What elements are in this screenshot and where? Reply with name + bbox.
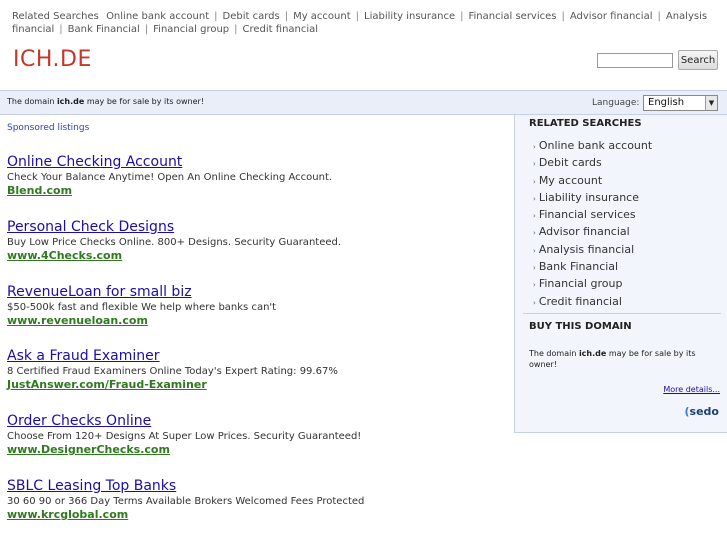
related-search-item[interactable]: › Liability insurance [533, 190, 652, 207]
link-separator: | [234, 24, 238, 35]
notice-suffix: may be for sale by its owner! [84, 97, 205, 106]
related-search-label: Financial services [538, 208, 636, 222]
listing-url[interactable]: www.DesignerChecks.com [7, 443, 361, 457]
related-searches-label: Related Searches [12, 11, 99, 22]
arrow-bullet-icon: › [533, 281, 536, 290]
domain-notice-bar: The domain ich.de may be for sale by its… [0, 90, 727, 115]
top-links-list: Online bank account | Debit cards | My accou… [12, 11, 707, 35]
related-search-label: My account [538, 173, 603, 187]
related-search-label: Liability insurance [538, 190, 639, 204]
related-search-label: Online bank account [538, 139, 653, 152]
arrow-bullet-icon: › [533, 229, 536, 238]
top-related-link[interactable]: Financial services [468, 11, 556, 22]
arrow-bullet-icon: › [533, 143, 536, 151]
sponsored-listing: SBLC Leasing Top Banks 30 60 90 or 366 Da… [7, 478, 364, 522]
related-search-label: Debit cards [538, 156, 602, 170]
site-logo[interactable]: ICH.DE [13, 47, 92, 72]
sidebar: RELATED SEARCHES › Online bank account › De… [514, 115, 727, 433]
link-separator: | [460, 11, 464, 22]
language-select[interactable]: English ▼ [643, 95, 718, 111]
top-related-link[interactable]: Liability insurance [364, 11, 455, 22]
listing-title[interactable]: RevenueLoan for small biz [7, 284, 276, 301]
notice-prefix: The domain [7, 97, 57, 106]
link-separator: | [144, 24, 149, 35]
related-search-item[interactable]: › Debit cards [533, 155, 652, 172]
listing-description: $50-500k fast and flexible We help where… [7, 302, 277, 313]
sponsored-listing: Personal Check Designs Buy Low Price Chec… [7, 219, 341, 263]
chevron-down-icon[interactable]: ▼ [705, 96, 717, 110]
listing-url[interactable]: www.revenueloan.com [7, 314, 276, 328]
sponsored-listing: RevenueLoan for small biz $50-500k fast a… [7, 284, 276, 328]
link-separator: | [561, 11, 565, 22]
top-related-link[interactable]: Credit financial [243, 24, 319, 35]
arrow-bullet-icon: › [533, 212, 536, 221]
top-related-link[interactable]: Advisor financial [570, 11, 653, 22]
listing-title[interactable]: Order Checks Online [7, 413, 361, 430]
related-search-label: Advisor financial [538, 225, 630, 239]
search-button[interactable]: Search [678, 50, 718, 70]
related-search-item[interactable]: › Advisor financial [533, 224, 652, 241]
related-search-item[interactable]: › Credit financial [533, 294, 652, 311]
related-search-item[interactable]: › Online bank account [533, 138, 652, 155]
top-related-link[interactable]: Bank Financial [68, 24, 140, 35]
listing-description: Choose From 120+ Designs At Super Low Pr… [7, 431, 362, 442]
sponsored-listing: Order Checks Online Choose From 120+ Desi… [7, 413, 361, 457]
language-selected: English [648, 97, 685, 108]
listing-url[interactable]: www.4Checks.com [7, 249, 341, 263]
arrow-bullet-icon: › [533, 160, 536, 169]
listing-description: Check Your Balance Anytime! Open An Onli… [7, 172, 333, 183]
related-search-item[interactable]: › Bank Financial [533, 259, 652, 276]
buy-domain-heading: BUY THIS DOMAIN [529, 321, 632, 332]
sponsored-listing: Ask a Fraud Examiner 8 Certified Fraud Ex… [7, 348, 338, 392]
arrow-bullet-icon: › [533, 177, 536, 186]
related-search-label: Credit financial [538, 294, 622, 308]
listing-title[interactable]: Personal Check Designs [7, 219, 341, 236]
buy-domain: ich.de [578, 349, 607, 358]
related-search-label: Financial group [538, 277, 623, 291]
related-searches-list: › Online bank account › Debit cards › My acco… [533, 138, 652, 311]
notice-domain: ich.de [56, 97, 85, 106]
listing-description: 30 60 90 or 366 Day Terms Available Brok… [7, 496, 365, 507]
sponsored-listing: Online Checking Account Check Your Balanc… [7, 154, 332, 198]
sidebar-divider [523, 313, 721, 314]
buy-domain-text: The domain ich.de may be for sale by its… [529, 348, 714, 370]
related-searches-heading: RELATED SEARCHES [529, 118, 642, 129]
related-search-label: Bank Financial [538, 260, 619, 274]
link-separator: | [214, 11, 218, 22]
domain-notice-text: The domain ich.de may be for sale by its… [7, 97, 204, 106]
link-separator: | [284, 11, 289, 22]
sedo-logo[interactable]: (sedo [685, 405, 719, 418]
related-search-item[interactable]: › My account [533, 173, 652, 190]
link-separator: | [657, 11, 661, 22]
sedo-logo-text: sedo [689, 405, 719, 418]
top-related-link[interactable]: Financial group [153, 24, 229, 35]
link-separator: | [355, 11, 360, 22]
search-input[interactable] [597, 53, 673, 68]
arrow-bullet-icon: › [533, 264, 536, 273]
listing-url[interactable]: JustAnswer.com/Fraud-Examiner [7, 378, 338, 392]
arrow-bullet-icon: › [533, 246, 536, 255]
related-search-item[interactable]: › Financial group [533, 276, 652, 293]
listing-url[interactable]: Blend.com [7, 184, 332, 198]
arrow-bullet-icon: › [533, 298, 536, 307]
related-search-label: Analysis financial [538, 242, 635, 256]
language-label: Language: [592, 98, 640, 108]
sponsored-listings-label: Sponsored listings [7, 123, 90, 133]
top-related-links: Related Searches Online bank account | Deb… [12, 10, 717, 36]
listing-title[interactable]: Online Checking Account [7, 154, 332, 171]
listing-title[interactable]: SBLC Leasing Top Banks [7, 478, 364, 495]
top-related-link[interactable]: Online bank account [106, 11, 209, 22]
arrow-bullet-icon: › [533, 194, 536, 203]
related-search-item[interactable]: › Analysis financial [533, 242, 652, 259]
buy-prefix: The domain [529, 349, 579, 358]
link-separator: | [59, 24, 63, 35]
related-search-item[interactable]: › Financial services [533, 207, 652, 224]
more-details-link[interactable]: More details... [663, 385, 720, 394]
top-related-link[interactable]: Debit cards [223, 11, 280, 22]
listing-title[interactable]: Ask a Fraud Examiner [7, 348, 338, 365]
top-related-link[interactable]: My account [293, 11, 351, 22]
listing-description: 8 Certified Fraud Examiners Online Today… [7, 366, 338, 377]
listing-url[interactable]: www.krcglobal.com [7, 508, 364, 522]
listing-description: Buy Low Price Checks Online. 800+ Design… [7, 237, 342, 248]
